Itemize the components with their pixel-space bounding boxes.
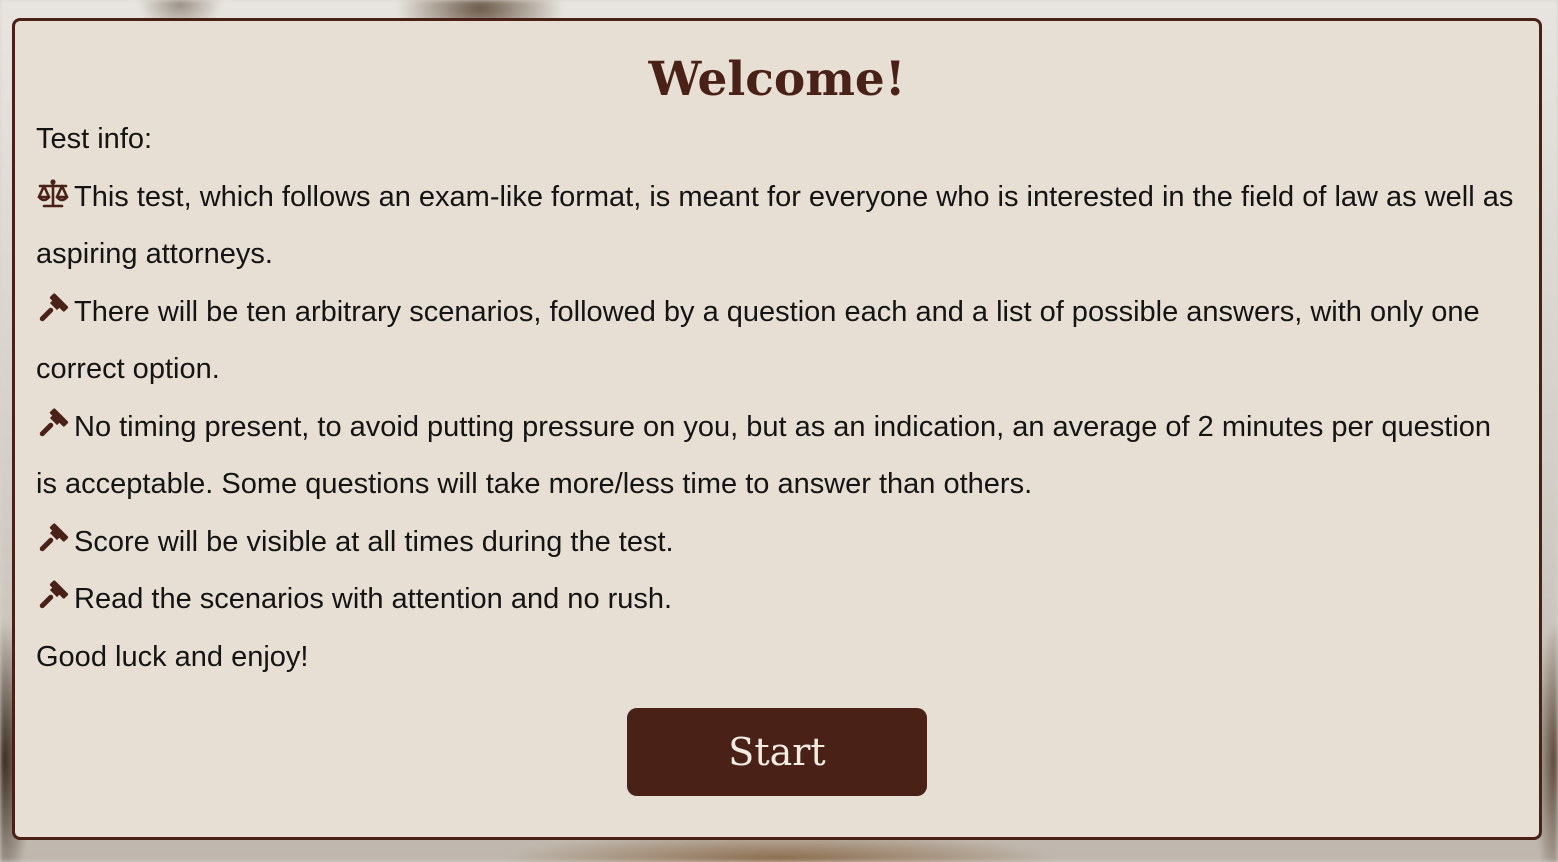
gavel-icon — [36, 289, 70, 323]
scale-icon — [36, 174, 70, 208]
welcome-title: Welcome! — [648, 52, 906, 107]
info-item-text: Read the scenarios with attention and no… — [74, 583, 673, 615]
info-item: Score will be visible at all times durin… — [36, 514, 1518, 572]
gavel-icon — [36, 404, 70, 438]
closing-text: Good luck and enjoy! — [36, 640, 309, 673]
info-item: No timing present, to avoid putting pres… — [36, 399, 1518, 514]
test-info: Test info: This test, which follows an e… — [36, 111, 1518, 686]
info-item-text: Score will be visible at all times durin… — [74, 525, 674, 558]
test-info-label: Test info: — [36, 123, 153, 155]
welcome-card: Welcome! Test info: This test, which fol… — [12, 18, 1542, 840]
gavel-icon — [36, 519, 70, 553]
info-item: This test, which follows an exam-like fo… — [36, 169, 1518, 284]
info-item-text: This test, which follows an exam-like fo… — [36, 180, 1514, 271]
info-item-text: There will be ten arbitrary scenarios, f… — [36, 295, 1480, 386]
info-item: Read the scenarios with attention and no… — [36, 571, 1518, 629]
start-button[interactable]: Start — [627, 708, 927, 796]
info-item: There will be ten arbitrary scenarios, f… — [36, 284, 1518, 399]
start-button-container: Start — [36, 708, 1518, 796]
info-item-text: No timing present, to avoid putting pres… — [36, 410, 1492, 501]
gavel-icon — [36, 576, 70, 610]
